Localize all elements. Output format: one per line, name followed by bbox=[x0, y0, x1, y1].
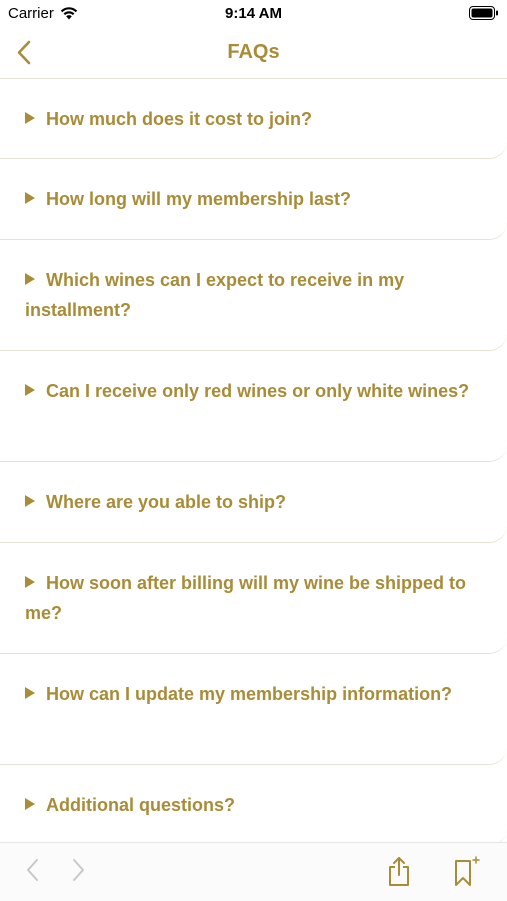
disclosure-triangle-icon bbox=[25, 273, 35, 285]
faq-item[interactable]: Can I receive only red wines or only whi… bbox=[0, 351, 507, 462]
disclosure-triangle-icon bbox=[25, 112, 35, 124]
disclosure-triangle-icon bbox=[25, 576, 35, 588]
faq-question-text: How much does it cost to join? bbox=[46, 109, 313, 129]
status-time: 9:14 AM bbox=[225, 5, 282, 22]
faq-item[interactable]: How long will my membership last? bbox=[0, 159, 507, 240]
faq-question-text: How can I update my membership informati… bbox=[46, 684, 453, 704]
faq-list: How much does it cost to join? How long … bbox=[0, 79, 507, 846]
faq-item[interactable]: Which wines can I expect to receive in m… bbox=[0, 240, 507, 351]
bookmark-add-button[interactable] bbox=[451, 855, 481, 892]
faq-item[interactable]: How soon after billing will my wine be s… bbox=[0, 543, 507, 654]
disclosure-triangle-icon bbox=[25, 798, 35, 810]
share-icon bbox=[389, 857, 409, 886]
faq-question: How much does it cost to join? bbox=[25, 104, 489, 134]
faq-question-text: How soon after billing will my wine be s… bbox=[25, 573, 467, 623]
faq-question: How long will my membership last? bbox=[25, 184, 489, 214]
disclosure-triangle-icon bbox=[25, 384, 35, 396]
faq-question: How soon after billing will my wine be s… bbox=[25, 568, 489, 628]
faq-question: Can I receive only red wines or only whi… bbox=[25, 376, 489, 406]
page-title: FAQs bbox=[227, 41, 280, 63]
faq-question: Where are you able to ship? bbox=[25, 487, 489, 517]
faq-item[interactable]: Additional questions? bbox=[0, 765, 507, 846]
faq-item[interactable]: Where are you able to ship? bbox=[0, 462, 507, 543]
disclosure-triangle-icon bbox=[25, 687, 35, 699]
chevron-right-icon bbox=[73, 859, 84, 881]
faq-question-text: Can I receive only red wines or only whi… bbox=[46, 381, 470, 401]
faq-question: Additional questions? bbox=[25, 790, 489, 820]
battery-icon bbox=[469, 6, 498, 20]
faq-item[interactable]: How much does it cost to join? bbox=[0, 79, 507, 159]
status-bar: Carrier 9:14 AM bbox=[0, 0, 507, 28]
faq-item[interactable]: How can I update my membership informati… bbox=[0, 654, 507, 765]
faq-question-text: Which wines can I expect to receive in m… bbox=[25, 270, 405, 320]
faq-question: How can I update my membership informati… bbox=[25, 679, 489, 709]
bookmark-add-icon bbox=[455, 856, 480, 886]
faq-question-text: Additional questions? bbox=[46, 795, 235, 815]
share-button[interactable] bbox=[386, 855, 412, 892]
faq-question: Which wines can I expect to receive in m… bbox=[25, 265, 489, 325]
chevron-left-icon bbox=[27, 859, 38, 881]
faq-question-text: How long will my membership last? bbox=[46, 189, 352, 209]
navigation-bar: FAQs bbox=[0, 28, 507, 79]
faq-question-text: Where are you able to ship? bbox=[46, 492, 287, 512]
disclosure-triangle-icon bbox=[25, 192, 35, 204]
browser-back-button[interactable] bbox=[22, 855, 44, 890]
bottom-toolbar bbox=[0, 842, 507, 901]
disclosure-triangle-icon bbox=[25, 495, 35, 507]
browser-forward-button[interactable] bbox=[67, 855, 89, 890]
